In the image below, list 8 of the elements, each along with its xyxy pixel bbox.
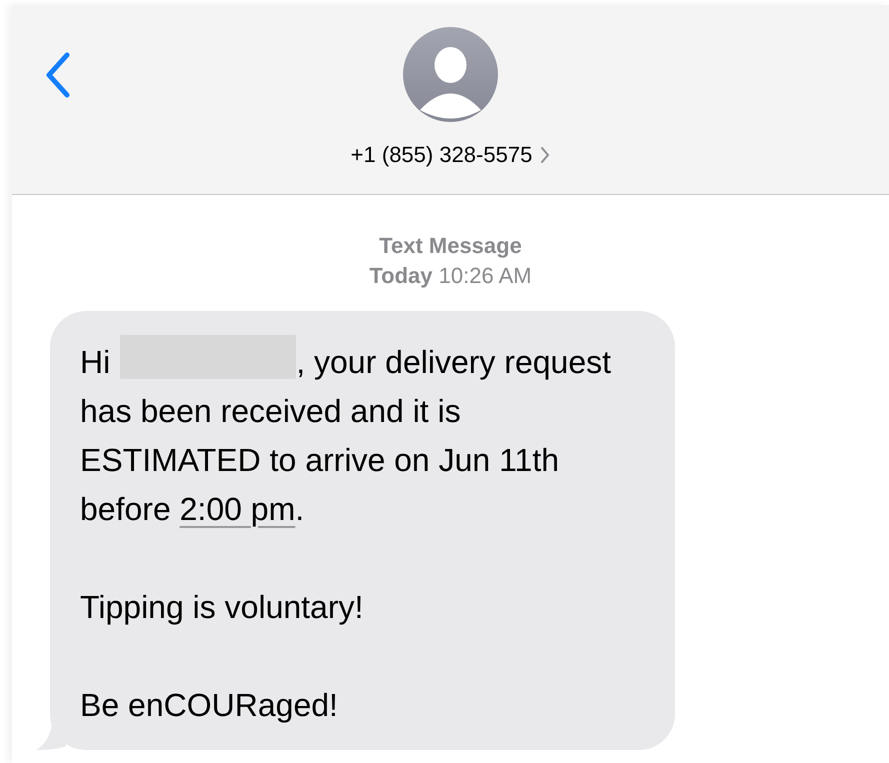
time-link[interactable]: 2:00 pm [180, 491, 296, 527]
contact-name-button[interactable]: +1 (855) 328-5575 [350, 142, 550, 168]
message-text: Tipping is voluntary! [80, 588, 364, 627]
message-type-label: Text Message [379, 232, 522, 260]
message-text: Be enCOURaged! [80, 686, 339, 725]
message-timestamp: Today 10:26 AM [369, 262, 532, 290]
message-text: Hi , your delivery request has been received and it is ESTIMATED to arrive on Jun 11th before 2:00 pm. [80, 335, 647, 534]
chevron-right-icon [540, 146, 550, 164]
